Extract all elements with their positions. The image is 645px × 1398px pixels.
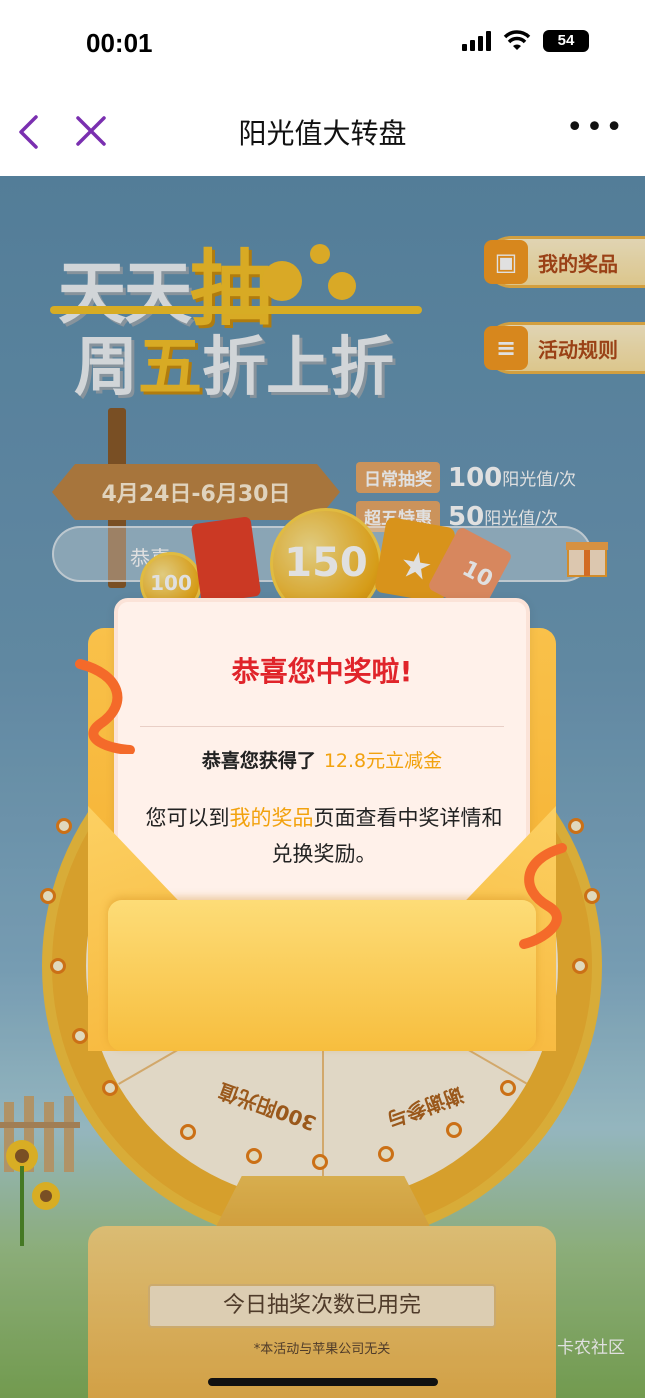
status-icons: 54 (462, 30, 589, 52)
signal-icon (462, 31, 491, 51)
home-indicator (208, 1378, 438, 1386)
prize-message-text: 恭喜您获得了 (201, 750, 316, 772)
more-menu-icon[interactable]: ••• (566, 113, 625, 143)
battery-icon: 54 (543, 30, 589, 52)
page-title: 阳光值大转盘 (238, 117, 407, 150)
wifi-icon (503, 30, 531, 50)
ribbon-decoration-right (519, 843, 567, 949)
status-time: 00:01 (86, 28, 153, 58)
modal-title: 恭喜您中奖啦! (231, 655, 413, 688)
nav-bar: 阳光值大转盘 ••• (0, 88, 645, 176)
status-bar: 00:01 54 (0, 0, 645, 88)
envelope-front (88, 806, 556, 1051)
modal-divider (140, 726, 504, 727)
ribbon-decoration-left (75, 659, 135, 754)
prize-message: 恭喜您获得了 12.8元立减金 (114, 746, 530, 773)
envelope-pocket (108, 900, 536, 1051)
prize-amount: 12.8元立减金 (323, 750, 443, 772)
